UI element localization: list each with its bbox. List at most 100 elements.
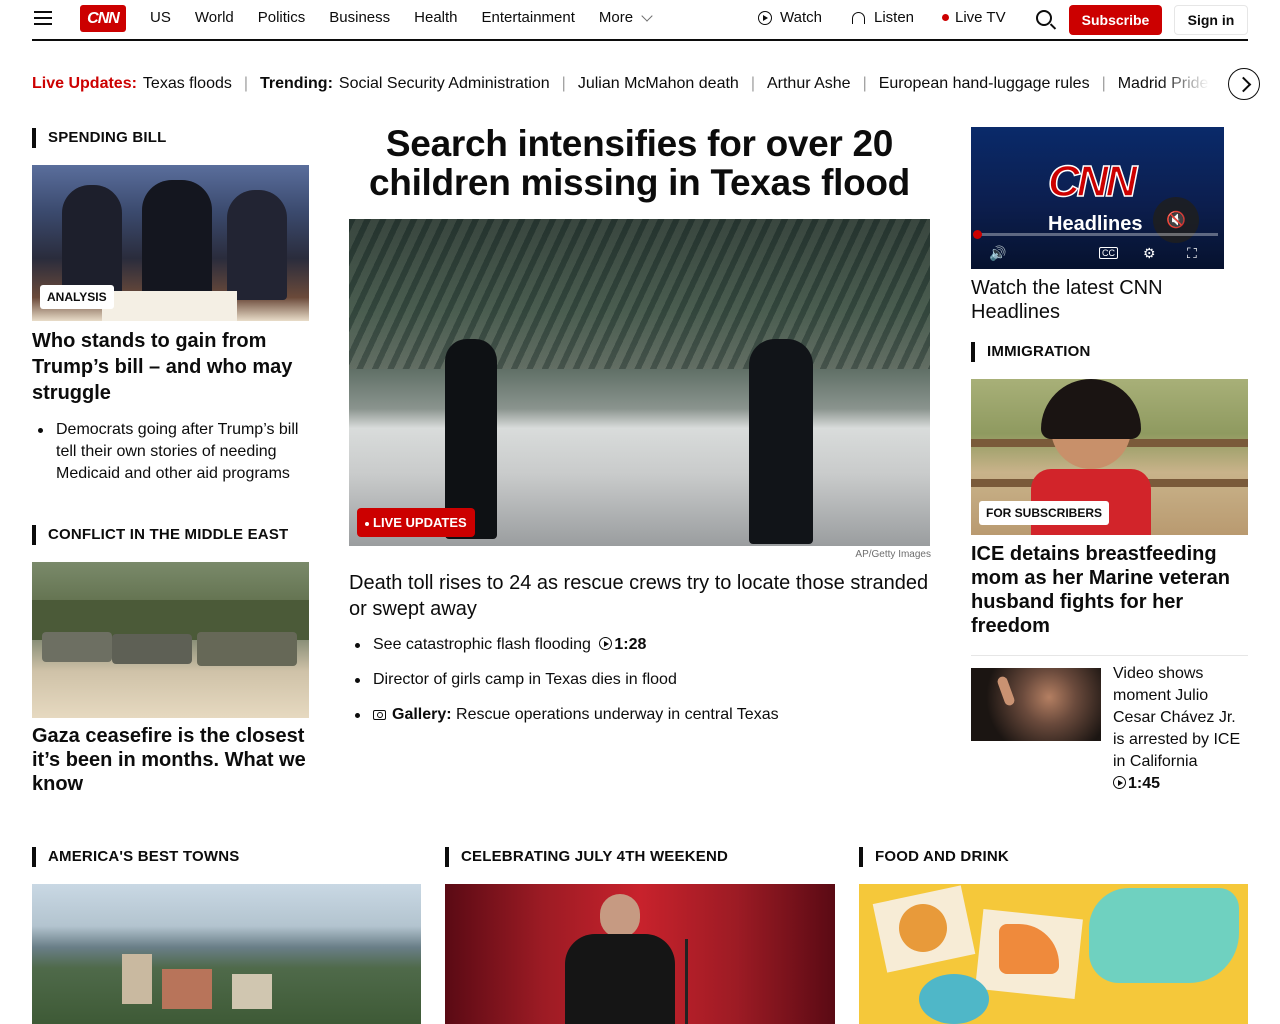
photo-figure bbox=[227, 190, 287, 300]
duration-label: 1:28 bbox=[614, 636, 647, 653]
related-link-text: See catastrophic flash flooding bbox=[373, 636, 591, 653]
fullscreen-icon[interactable]: ⛶ bbox=[1187, 245, 1197, 262]
lead-subheadline[interactable]: Death toll rises to 24 as rescue crews t… bbox=[349, 570, 929, 622]
player-cnn-logo: CNN bbox=[1047, 156, 1138, 207]
photo-debris bbox=[349, 219, 930, 369]
list-item[interactable]: Director of girls camp in Texas dies in … bbox=[349, 669, 929, 691]
photo-body bbox=[565, 934, 675, 1024]
gaza-headline[interactable]: Gaza ceasefire is the closest it’s been … bbox=[32, 724, 309, 796]
nav-more-label: More bbox=[598, 9, 634, 26]
illustration-plate bbox=[919, 974, 989, 1024]
ice-headline[interactable]: ICE detains breastfeeding mom as her Mar… bbox=[971, 542, 1248, 638]
video-duration: 1:28 bbox=[599, 636, 646, 653]
chavez-thumbnail[interactable] bbox=[971, 668, 1101, 741]
live-dot-icon bbox=[942, 14, 949, 21]
chevron-right-icon[interactable] bbox=[1228, 68, 1260, 100]
section-label-best-towns[interactable]: America's Best Towns bbox=[32, 847, 239, 867]
live-dot-icon bbox=[365, 521, 369, 526]
photo-figure bbox=[142, 180, 212, 300]
lead-headline[interactable]: Search intensifies for over 20 children … bbox=[349, 124, 930, 202]
july-4th-photo[interactable] bbox=[445, 884, 835, 1024]
chavez-story[interactable]: Video shows moment Julio Cesar Chávez Jr… bbox=[1113, 663, 1248, 795]
nav-health[interactable]: Health bbox=[414, 9, 457, 26]
ticker-item[interactable]: Julian McMahon death bbox=[578, 75, 739, 93]
watch-label: Watch bbox=[780, 9, 822, 26]
camera-icon bbox=[373, 710, 386, 720]
subscribers-badge: FOR SUBSCRIBERS bbox=[979, 501, 1110, 525]
ticker-fade bbox=[1160, 70, 1230, 98]
search-icon[interactable] bbox=[1036, 10, 1052, 26]
video-player[interactable]: CNN Headlines 🔇 🔊 CC ⚙ ⛶ bbox=[971, 127, 1224, 269]
play-icon bbox=[758, 10, 772, 25]
photo-hair bbox=[1041, 379, 1141, 439]
photo-building bbox=[162, 969, 212, 1009]
live-tv-link[interactable]: Live TV bbox=[942, 9, 1006, 26]
player-caption[interactable]: Watch the latest CNN Headlines bbox=[971, 276, 1248, 324]
related-link-text: Rescue operations underway in central Te… bbox=[456, 706, 779, 723]
food-drink-illustration[interactable] bbox=[859, 884, 1248, 1024]
section-label-food-drink[interactable]: Food and drink bbox=[859, 847, 1009, 867]
list-item[interactable]: See catastrophic flash flooding 1:28 bbox=[349, 634, 929, 656]
section-label-middle-east[interactable]: Conflict in the Middle East bbox=[32, 525, 288, 545]
best-towns-photo[interactable] bbox=[32, 884, 421, 1024]
spending-bill-headline[interactable]: Who stands to gain from Trump’s bill – a… bbox=[32, 328, 309, 406]
ticker-item[interactable]: Arthur Ashe bbox=[767, 75, 851, 93]
nav-more[interactable]: More bbox=[598, 9, 653, 26]
photo-face bbox=[600, 894, 640, 938]
lead-related-links: See catastrophic flash flooding 1:28 Dir… bbox=[349, 634, 929, 739]
video-duration: 1:45 bbox=[1113, 773, 1248, 795]
ticker-item[interactable]: European hand-luggage rules bbox=[879, 75, 1090, 93]
duration-label: 1:45 bbox=[1128, 775, 1161, 792]
ticker-separator: | bbox=[561, 75, 566, 92]
unmute-icon[interactable]: 🔇 bbox=[1153, 197, 1199, 243]
menu-icon[interactable] bbox=[34, 11, 52, 25]
nav-world[interactable]: World bbox=[195, 9, 234, 26]
sign-in-button[interactable]: Sign in bbox=[1174, 5, 1248, 35]
listen-link[interactable]: Listen bbox=[852, 9, 914, 26]
subscribe-button[interactable]: Subscribe bbox=[1069, 5, 1162, 35]
gallery-label: Gallery: bbox=[392, 706, 452, 723]
trending-ticker: Live Updates: Texas floods | Trending: S… bbox=[32, 73, 1222, 95]
cnn-logo[interactable]: CNN bbox=[80, 5, 126, 32]
list-item[interactable]: Democrats going after Trump’s bill tell … bbox=[32, 419, 309, 485]
spending-bill-photo[interactable]: ANALYSIS bbox=[32, 165, 309, 321]
listen-label: Listen bbox=[874, 9, 915, 26]
volume-icon[interactable]: 🔊 bbox=[989, 245, 1006, 262]
section-label-immigration[interactable]: Immigration bbox=[971, 342, 1091, 362]
progress-track[interactable] bbox=[977, 233, 1218, 236]
settings-icon[interactable]: ⚙ bbox=[1143, 245, 1156, 262]
spending-bill-links: Democrats going after Trump’s bill tell … bbox=[32, 419, 309, 485]
section-label-july-4th[interactable]: Celebrating July 4th weekend bbox=[445, 847, 728, 867]
section-label-spending-bill[interactable]: Spending bill bbox=[32, 128, 166, 148]
photo-arm bbox=[996, 675, 1016, 707]
photo-tank bbox=[112, 634, 192, 664]
ticker-item[interactable]: Social Security Administration bbox=[339, 75, 550, 93]
nav-politics[interactable]: Politics bbox=[258, 9, 306, 26]
trending-label: Trending: bbox=[260, 75, 333, 92]
chevron-down-icon bbox=[641, 9, 653, 22]
nav-business[interactable]: Business bbox=[329, 9, 390, 26]
site-header: CNN US World Politics Business Health En… bbox=[32, 0, 1248, 41]
nav-entertainment[interactable]: Entertainment bbox=[482, 9, 575, 26]
illustration-map bbox=[1089, 888, 1239, 983]
main-nav: US World Politics Business Health Entert… bbox=[150, 9, 675, 26]
photo-figure bbox=[62, 185, 122, 295]
divider bbox=[971, 655, 1248, 656]
ticker-live-link[interactable]: Texas floods bbox=[143, 75, 232, 93]
progress-knob[interactable] bbox=[973, 230, 982, 239]
texas-flood-photo[interactable]: LIVE UPDATES bbox=[349, 219, 930, 546]
ice-detainee-photo[interactable]: FOR SUBSCRIBERS bbox=[971, 379, 1248, 535]
ticker-separator: | bbox=[750, 75, 755, 92]
watch-link[interactable]: Watch bbox=[758, 9, 822, 26]
headphones-icon bbox=[852, 11, 865, 24]
captions-icon[interactable]: CC bbox=[1099, 247, 1118, 259]
photo-credit: AP/Getty Images bbox=[855, 549, 931, 560]
photo-banner bbox=[102, 291, 237, 321]
nav-us[interactable]: US bbox=[150, 9, 171, 26]
analysis-badge: ANALYSIS bbox=[40, 285, 114, 309]
list-item[interactable]: Gallery: Rescue operations underway in c… bbox=[349, 704, 929, 726]
ticker-separator: | bbox=[243, 75, 249, 92]
photo-mic-stand bbox=[685, 939, 688, 1024]
gaza-tanks-photo[interactable] bbox=[32, 562, 309, 718]
illustration-plate bbox=[899, 904, 947, 952]
